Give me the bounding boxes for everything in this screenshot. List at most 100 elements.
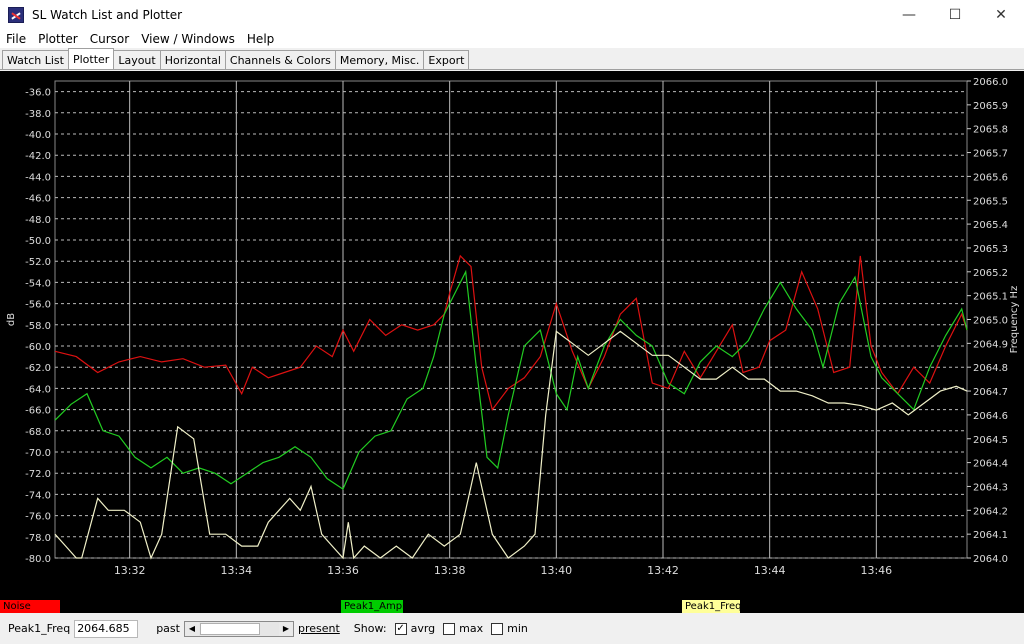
y2-tick-label: 2065.4 [973,220,1008,231]
max-checkbox[interactable] [443,622,456,635]
menu-plotter[interactable]: Plotter [32,32,84,46]
avrg-checkbox[interactable]: ✓ [394,622,407,635]
y-tick-label: -54.0 [25,278,51,289]
y-tick-label: -42.0 [25,151,51,162]
scroll-thumb[interactable] [199,622,260,635]
y-axis-label: dB [6,313,17,326]
close-button[interactable]: ✕ [978,0,1024,30]
y2-tick-label: 2066.0 [973,77,1008,88]
y2-tick-label: 2064.3 [973,482,1008,493]
minimize-button[interactable]: — [886,0,932,30]
series-line-noise [54,254,968,411]
legend-peak1-freq[interactable]: Peak1_Freq [682,600,742,613]
tab-horizontal[interactable]: Horizontal [159,50,226,69]
series-line-peak1-freq [54,330,968,560]
tab-memory-misc[interactable]: Memory, Misc. [334,50,425,69]
tab-watch-list[interactable]: Watch List [2,50,69,69]
y2-tick-label: 2064.1 [973,530,1008,541]
y2-tick-label: 2065.5 [973,196,1008,207]
tab-plotter[interactable]: Plotter [67,48,115,69]
plotter-chart[interactable]: -36.0 -38.0 -40.0 -42.0 -44.0 -46.0 -48.0 -50.0… [0,71,1024,600]
y-tick-label: -78.0 [25,533,51,544]
y-tick-label: -46.0 [25,194,51,205]
status-bar: Peak1_Freq 2064.685 past ◀ ▶ present Sho… [0,613,1024,644]
y2-tick-label: 2064.0 [973,554,1008,565]
y-tick-label: -52.0 [25,257,51,268]
time-scrollbar[interactable]: ◀ ▶ [183,620,294,637]
y2-tick-label: 2064.6 [973,411,1008,422]
y-tick-label: -60.0 [25,342,51,353]
show-label: Show: [353,622,387,635]
y2-tick-label: 2065.8 [973,125,1008,136]
y-tick-label: -74.0 [25,490,51,501]
menu-cursor[interactable]: Cursor [84,32,135,46]
legend-noise[interactable]: Noise [0,600,60,613]
app-icon [8,7,24,23]
y2-tick-label: 2065.7 [973,149,1008,160]
y2-tick-label: 2065.1 [973,292,1008,303]
menu-help[interactable]: Help [241,32,280,46]
x-tick-label: 13:44 [754,564,786,577]
plot-frame [54,80,968,559]
series-line-peak1-ampl [54,269,968,490]
maximize-button[interactable]: ☐ [932,0,978,30]
channel-value-field: 2064.685 [74,619,139,638]
scroll-left-icon[interactable]: ◀ [184,621,199,636]
y-tick-label: -38.0 [25,109,51,120]
y-tick-label: -64.0 [25,384,51,395]
y2-tick-label: 2064.8 [973,363,1008,374]
tab-layout[interactable]: Layout [113,50,161,69]
menu-file[interactable]: File [0,32,32,46]
y2-tick-label: 2065.3 [973,244,1008,255]
past-label: past [156,622,180,635]
y-tick-label: -68.0 [25,427,51,438]
y2-tick-label: 2064.9 [973,339,1008,350]
y2-tick-label: 2065.6 [973,172,1008,183]
plot-area[interactable]: -36.0 -38.0 -40.0 -42.0 -44.0 -46.0 -48.0 -50.0… [0,71,1024,600]
present-link[interactable]: present [298,622,340,635]
max-label: max [459,622,484,635]
window-title: SL Watch List and Plotter [32,8,183,22]
y-tick-label: -56.0 [25,300,51,311]
menu-bar: File Plotter Cursor View / Windows Help [0,30,1024,48]
scroll-right-icon[interactable]: ▶ [278,621,293,636]
y-tick-label: -40.0 [25,130,51,141]
avrg-label: avrg [410,622,436,635]
x-tick-label: 13:36 [327,564,359,577]
tab-export[interactable]: Export [423,50,470,69]
x-tick-label: 13:42 [647,564,679,577]
y-tick-label: -70.0 [25,448,51,459]
selected-channel-label: Peak1_Freq [8,622,71,635]
x-tick-label: 13:32 [114,564,146,577]
y-tick-label: -72.0 [25,469,51,480]
x-tick-label: 13:34 [220,564,252,577]
y-tick-label: -76.0 [25,512,51,523]
y-tick-label: -66.0 [25,406,51,417]
legend-peak1-ampl[interactable]: Peak1_Ampl [341,600,405,613]
tab-bar: Watch List Plotter Layout Horizontal Cha… [0,48,1024,70]
y2-tick-label: 2064.2 [973,506,1008,517]
y2-tick-label: 2064.5 [973,435,1008,446]
y2-tick-label: 2065.2 [973,268,1008,279]
legend: Noise Peak1_Ampl Peak1_Freq [0,600,1024,613]
min-label: min [507,622,528,635]
y2-tick-label: 2064.7 [973,387,1008,398]
x-tick-label: 13:38 [434,564,466,577]
y2-tick-label: 2065.9 [973,101,1008,112]
y-tick-label: -48.0 [25,215,51,226]
y-tick-label: -58.0 [25,321,51,332]
tab-channels-colors[interactable]: Channels & Colors [224,50,336,69]
y2-tick-label: 2065.0 [973,316,1008,327]
y-tick-label: -62.0 [25,363,51,374]
y2-tick-label: 2064.4 [973,459,1008,470]
y-tick-label: -44.0 [25,172,51,183]
y-tick-label: -50.0 [25,236,51,247]
y-tick-label: -36.0 [25,88,51,99]
x-tick-label: 13:46 [860,564,892,577]
y2-axis-label: Frequency Hz [1009,286,1020,354]
min-checkbox[interactable] [491,622,504,635]
menu-view-windows[interactable]: View / Windows [135,32,241,46]
title-bar: SL Watch List and Plotter — ☐ ✕ [0,0,1024,30]
x-tick-label: 13:40 [540,564,572,577]
y-tick-label: -80.0 [25,554,51,565]
